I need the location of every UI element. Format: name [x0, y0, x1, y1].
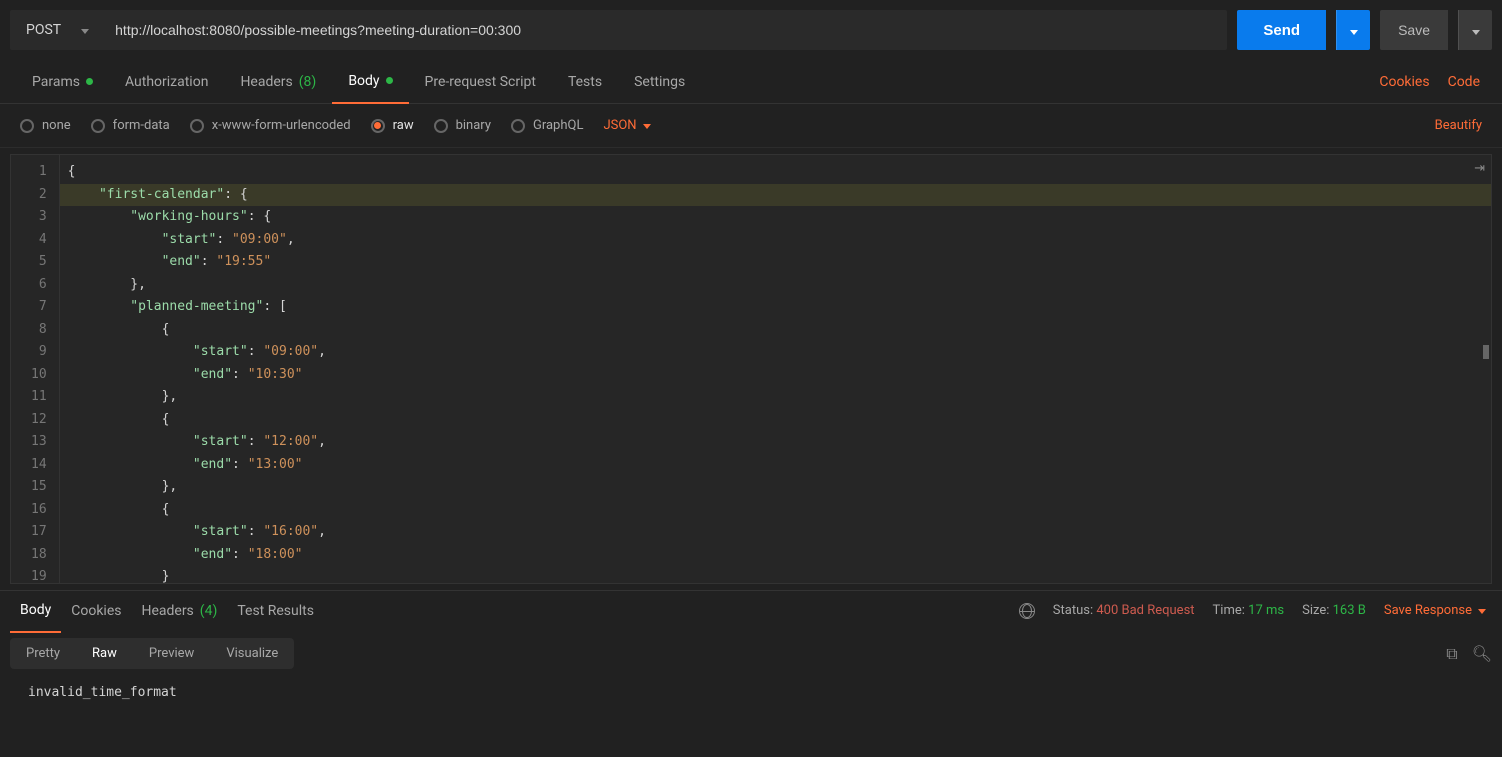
radio-icon: [91, 119, 105, 133]
send-dropdown-button[interactable]: [1336, 10, 1370, 50]
code-area[interactable]: { "first-calendar": { "working-hours": {…: [60, 155, 1491, 583]
radio-xwww[interactable]: x-www-form-urlencoded: [190, 118, 351, 133]
send-button[interactable]: Send: [1237, 10, 1326, 50]
view-visualize[interactable]: Visualize: [210, 638, 294, 669]
code-link[interactable]: Code: [1448, 74, 1480, 90]
tab-tests[interactable]: Tests: [552, 60, 618, 104]
globe-icon[interactable]: [1019, 603, 1035, 619]
tab-prerequest[interactable]: Pre-request Script: [409, 60, 552, 104]
tab-settings[interactable]: Settings: [618, 60, 701, 104]
collapse-icon[interactable]: ⇥: [1474, 161, 1485, 176]
view-pretty[interactable]: Pretty: [10, 638, 76, 669]
chevron-down-icon: [1478, 603, 1486, 618]
radio-icon: [20, 119, 34, 133]
save-dropdown-button[interactable]: [1458, 10, 1492, 50]
body-type-row: none form-data x-www-form-urlencoded raw…: [0, 104, 1502, 148]
indicator-dot-icon: [386, 77, 393, 84]
indicator-dot-icon: [86, 78, 93, 85]
search-icon[interactable]: 🔍︎: [1472, 644, 1492, 664]
view-preview[interactable]: Preview: [133, 638, 210, 669]
time-value: 17 ms: [1248, 603, 1284, 618]
radio-graphql[interactable]: GraphQL: [511, 118, 583, 133]
status-value: 400 Bad Request: [1096, 603, 1194, 618]
copy-icon[interactable]: ⧉: [1446, 644, 1457, 664]
chevron-down-icon: [81, 22, 89, 38]
time-block: Time: 17 ms: [1213, 603, 1285, 618]
radio-icon: [511, 119, 525, 133]
tab-headers[interactable]: Headers (8): [224, 60, 332, 104]
body-format-select[interactable]: JSON: [603, 118, 650, 133]
tab-body[interactable]: Body: [332, 60, 408, 104]
method-select[interactable]: POST: [10, 10, 101, 50]
radio-none[interactable]: none: [20, 118, 71, 133]
view-mode-group: Pretty Raw Preview Visualize: [10, 638, 294, 669]
radio-raw[interactable]: raw: [371, 118, 414, 133]
radio-icon: [190, 119, 204, 133]
size-value: 163 B: [1333, 603, 1366, 618]
view-raw[interactable]: Raw: [76, 638, 133, 669]
line-gutter: 12345678910111213141516171819: [11, 155, 60, 583]
resp-tab-cookies[interactable]: Cookies: [61, 589, 131, 633]
resp-tab-body[interactable]: Body: [10, 589, 61, 633]
radio-form-data[interactable]: form-data: [91, 118, 170, 133]
response-body[interactable]: invalid_time_format: [0, 677, 1502, 708]
beautify-link[interactable]: Beautify: [1435, 118, 1482, 133]
size-block: Size: 163 B: [1302, 603, 1366, 618]
resp-tab-headers[interactable]: Headers (4): [131, 589, 227, 633]
radio-icon: [434, 119, 448, 133]
response-view-row: Pretty Raw Preview Visualize ⧉ 🔍︎: [0, 630, 1502, 677]
radio-icon: [371, 119, 385, 133]
chevron-down-icon: [1472, 23, 1480, 38]
resp-tab-test-results[interactable]: Test Results: [227, 589, 324, 633]
scrollbar-thumb[interactable]: [1483, 345, 1489, 359]
chevron-down-icon: [643, 118, 651, 133]
save-response-button[interactable]: Save Response: [1384, 603, 1486, 618]
chevron-down-icon: [1350, 23, 1358, 38]
save-button[interactable]: Save: [1380, 10, 1448, 50]
request-body-editor[interactable]: 12345678910111213141516171819 { "first-c…: [10, 154, 1492, 584]
cookies-link[interactable]: Cookies: [1379, 74, 1429, 90]
response-tabs: Body Cookies Headers (4) Test Results St…: [0, 590, 1502, 630]
radio-binary[interactable]: binary: [434, 118, 491, 133]
status-block: Status: 400 Bad Request: [1053, 603, 1195, 618]
tab-params[interactable]: Params: [16, 60, 109, 104]
request-tabs: Params Authorization Headers (8) Body Pr…: [0, 60, 1502, 104]
url-input[interactable]: [101, 10, 1227, 50]
method-value: POST: [26, 22, 61, 38]
tab-authorization[interactable]: Authorization: [109, 60, 224, 104]
